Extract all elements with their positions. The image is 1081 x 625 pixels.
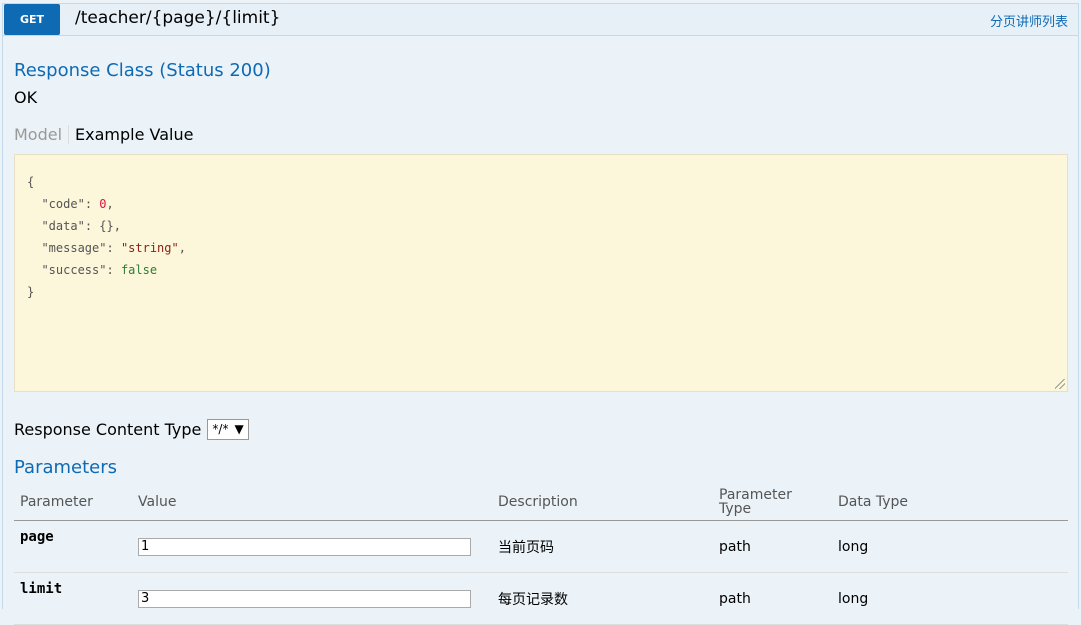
param-data-type: long [832,520,1068,573]
param-page-input[interactable] [138,537,471,556]
json-key: "success" [41,263,107,277]
tab-model[interactable]: Model [14,125,70,144]
param-name: limit [14,572,132,625]
resize-handle-icon[interactable] [1055,379,1065,389]
response-content-type-select[interactable]: */* ▼ [207,419,249,440]
example-value-snippet[interactable]: { "code": 0, "data": {}, "message": "str… [14,154,1068,392]
signature-tabs: Model Example Value [14,125,193,144]
param-description: 每页记录数 [492,572,713,625]
param-value-cell [132,520,492,573]
json-trail: , [106,197,114,211]
json-key: "message" [41,241,107,255]
parameters-title: Parameters [14,457,118,478]
header-value: Value [132,484,492,521]
json-value: 0 [99,197,107,211]
parameters-table: Parameter Value Description Parameter Ty… [14,484,1068,625]
json-sep: : [84,219,100,233]
table-row: limit 每页记录数 path long [14,572,1068,625]
header-parameter-type-line2: Type [719,501,752,517]
param-value-cell [132,572,492,625]
json-sep: : [84,197,100,211]
response-content-type-label: Response Content Type [14,420,202,439]
response-content-type: Response Content Type */* ▼ [14,419,249,440]
json-sep: : [106,241,121,255]
param-description: 当前页码 [492,520,713,573]
param-limit-input[interactable] [138,589,471,608]
header-parameter-type: Parameter Type [713,484,832,521]
json-value: {} [99,219,114,233]
tab-example-value[interactable]: Example Value [69,125,193,144]
table-row: page 当前页码 path long [14,520,1068,573]
param-data-type: long [832,572,1068,625]
header-data-type: Data Type [832,484,1068,521]
endpoint-path[interactable]: /teacher/{page}/{limit} [75,8,280,28]
json-value: "string" [120,241,179,255]
json-value: false [120,263,158,277]
operation-summary-link[interactable]: 分页讲师列表 [990,11,1068,30]
http-method-badge[interactable]: GET [4,4,60,35]
param-type: path [713,572,832,625]
param-name: page [14,520,132,573]
json-close-brace: } [27,285,35,299]
json-key: "code" [41,197,85,211]
json-key: "data" [41,219,85,233]
json-trail: , [113,219,121,233]
header-parameter: Parameter [14,484,132,521]
response-status-text: OK [14,88,38,107]
json-open-brace: { [27,175,35,189]
header-parameter-type-line1: Parameter [719,487,792,503]
response-content-type-value: */* [212,422,229,436]
operation-panel: GET /teacher/{page}/{limit} 分页讲师列表 Respo… [2,3,1079,625]
json-sep: : [106,263,121,277]
param-type: path [713,520,832,573]
parameters-header-row: Parameter Value Description Parameter Ty… [14,484,1068,521]
json-example: { "code": 0, "data": {}, "message": "str… [15,155,1067,319]
response-class-title: Response Class (Status 200) [14,60,271,81]
header-description: Description [492,484,713,521]
operation-heading[interactable]: GET /teacher/{page}/{limit} 分页讲师列表 [3,4,1078,36]
json-trail: , [178,241,186,255]
triangle-down-icon: ▼ [234,422,244,436]
